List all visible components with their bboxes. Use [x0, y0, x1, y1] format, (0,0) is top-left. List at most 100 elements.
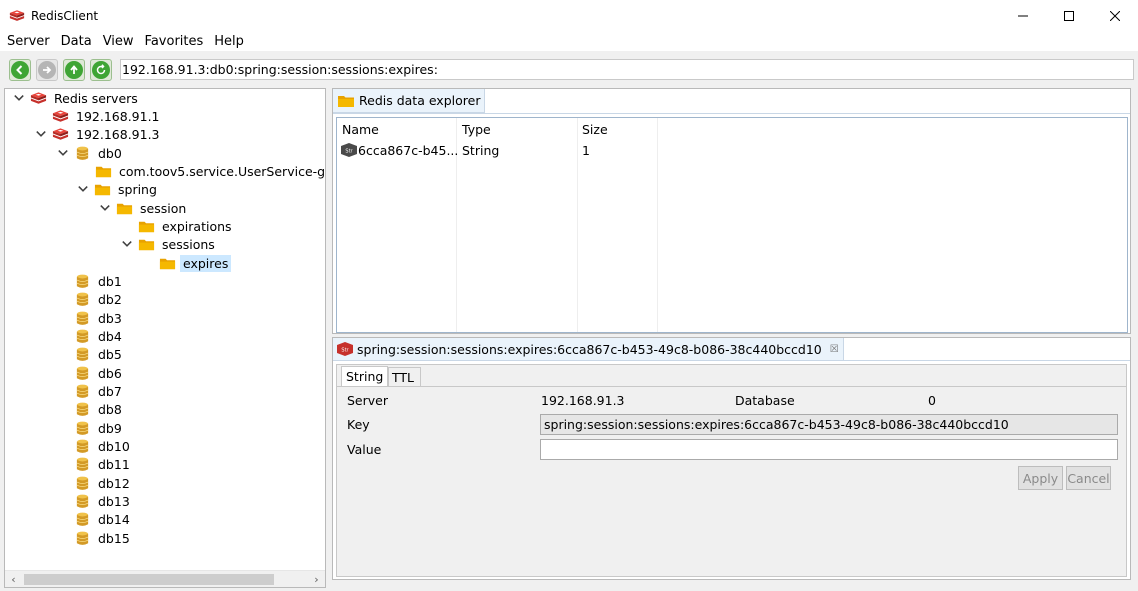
- database-icon: [74, 512, 91, 527]
- up-button[interactable]: [63, 58, 85, 81]
- chevron-down-icon[interactable]: [35, 128, 47, 140]
- tree-node-db0[interactable]: db0: [57, 144, 125, 162]
- tree-node-server[interactable]: 192.168.91.3: [35, 125, 163, 143]
- tree-node-db[interactable]: db2: [74, 290, 125, 308]
- tree-label: session: [140, 200, 187, 216]
- database-icon: [74, 329, 91, 344]
- path-input[interactable]: 192.168.91.3:db0:spring:session:sessions…: [120, 59, 1134, 80]
- scroll-left-icon[interactable]: ‹: [5, 571, 22, 587]
- tree-label: db0: [98, 145, 122, 161]
- window-title: RedisClient: [31, 8, 99, 23]
- tree-node-key[interactable]: com.toov5.service.UserService-get: [95, 162, 325, 180]
- column-header-name[interactable]: Name: [342, 122, 379, 137]
- menu-data[interactable]: Data: [55, 34, 97, 49]
- tree-node-db[interactable]: db13: [74, 492, 133, 510]
- folder-icon: [94, 182, 111, 197]
- tab-label: spring:session:sessions:expires:6cca867c…: [357, 341, 822, 357]
- tree-node-expires[interactable]: expires: [159, 254, 232, 272]
- column-size: [578, 118, 658, 332]
- tree-node-db[interactable]: db9: [74, 419, 125, 437]
- refresh-icon: [92, 60, 110, 79]
- menu-favorites[interactable]: Favorites: [139, 34, 209, 49]
- database-icon: [74, 421, 91, 436]
- key-field[interactable]: spring:session:sessions:expires:6cca867c…: [540, 414, 1118, 435]
- menu-help[interactable]: Help: [208, 34, 249, 49]
- tree-node-db[interactable]: db10: [74, 437, 133, 455]
- scrollbar-thumb[interactable]: [24, 574, 274, 585]
- menu-view[interactable]: View: [97, 34, 139, 49]
- key-name: 6cca867c-b45...: [358, 142, 459, 158]
- menu-server[interactable]: Server: [0, 34, 55, 49]
- database-value: 0: [928, 393, 936, 408]
- cell-name: 6cca867c-b45...: [340, 142, 458, 158]
- tab-string[interactable]: String: [341, 366, 389, 386]
- chevron-down-icon[interactable]: [57, 147, 69, 159]
- folder-icon: [138, 237, 155, 252]
- folder-icon: [95, 164, 112, 179]
- tree-node-db[interactable]: db6: [74, 364, 125, 382]
- tree-node-server[interactable]: 192.168.91.1: [52, 107, 163, 125]
- tree-node-db[interactable]: db7: [74, 382, 125, 400]
- database-icon: [74, 439, 91, 454]
- title-bar: RedisClient: [0, 0, 1138, 31]
- tree-node-db[interactable]: db4: [74, 327, 125, 345]
- tree-node-db[interactable]: db12: [74, 474, 133, 492]
- column-header-size[interactable]: Size: [582, 122, 608, 137]
- keys-table: Name Type Size 6cca867c-b45... String 1: [336, 117, 1128, 333]
- tree-label: db4: [98, 328, 122, 344]
- minimize-icon: [1018, 15, 1028, 16]
- scroll-right-icon[interactable]: ›: [308, 571, 325, 587]
- back-button[interactable]: [9, 58, 31, 81]
- tree-node-db[interactable]: db3: [74, 309, 125, 327]
- tree-node-db[interactable]: db8: [74, 400, 125, 418]
- close-tab-icon[interactable]: ☒: [830, 344, 839, 355]
- database-icon: [74, 292, 91, 307]
- tree-label: expirations: [162, 218, 232, 234]
- chevron-down-icon[interactable]: [13, 92, 25, 104]
- horizontal-scrollbar[interactable]: ‹ ›: [5, 570, 325, 587]
- chevron-down-icon[interactable]: [99, 202, 111, 214]
- apply-button[interactable]: Apply: [1018, 466, 1063, 490]
- refresh-button[interactable]: [90, 58, 112, 81]
- forward-button[interactable]: [36, 58, 58, 81]
- tree-node-db[interactable]: db11: [74, 455, 133, 473]
- forward-icon: [38, 60, 56, 79]
- chevron-down-icon[interactable]: [77, 183, 89, 195]
- tree-node-redis-servers[interactable]: Redis servers: [13, 89, 141, 107]
- value-field[interactable]: [540, 439, 1118, 460]
- tree-node-db[interactable]: db5: [74, 345, 125, 363]
- database-icon: [74, 274, 91, 289]
- maximize-button[interactable]: [1046, 0, 1092, 31]
- tab-key-detail[interactable]: spring:session:sessions:expires:6cca867c…: [333, 338, 844, 360]
- tree-node-db[interactable]: db15: [74, 529, 133, 547]
- tab-ttl[interactable]: TTL: [388, 367, 422, 386]
- tree-node-sessions[interactable]: sessions: [121, 235, 218, 253]
- tree-node-db[interactable]: db14: [74, 510, 133, 528]
- cell-size: 1: [582, 143, 590, 158]
- maximize-icon: [1064, 10, 1074, 21]
- tree-node-expirations[interactable]: expirations: [138, 217, 235, 235]
- tree-node-db[interactable]: db1: [74, 272, 125, 290]
- redis-icon: [52, 127, 69, 142]
- tree-node-spring[interactable]: spring: [77, 180, 160, 198]
- tree-node-session[interactable]: session: [99, 199, 189, 217]
- folder-icon: [159, 256, 176, 271]
- tree-label: db8: [98, 401, 122, 417]
- tree-label: db6: [98, 365, 122, 381]
- column-header-type[interactable]: Type: [462, 122, 491, 137]
- tree-label: db13: [98, 493, 130, 509]
- tab-data-explorer[interactable]: Redis data explorer: [333, 89, 486, 113]
- minimize-button[interactable]: [1000, 0, 1046, 31]
- database-icon: [74, 146, 91, 161]
- cancel-button[interactable]: Cancel: [1066, 466, 1111, 490]
- string-key-icon: [336, 341, 354, 357]
- tree-label: db2: [98, 291, 122, 307]
- close-button[interactable]: [1092, 0, 1138, 31]
- database-icon: [74, 531, 91, 546]
- tree-label: db15: [98, 530, 130, 546]
- data-explorer-panel: Redis data explorer Name Type Size 6cca8…: [332, 88, 1131, 334]
- menu-bar: Server Data View Favorites Help: [0, 31, 1138, 51]
- tree-label: db12: [98, 475, 130, 491]
- chevron-down-icon[interactable]: [121, 238, 133, 250]
- folder-icon: [138, 219, 155, 234]
